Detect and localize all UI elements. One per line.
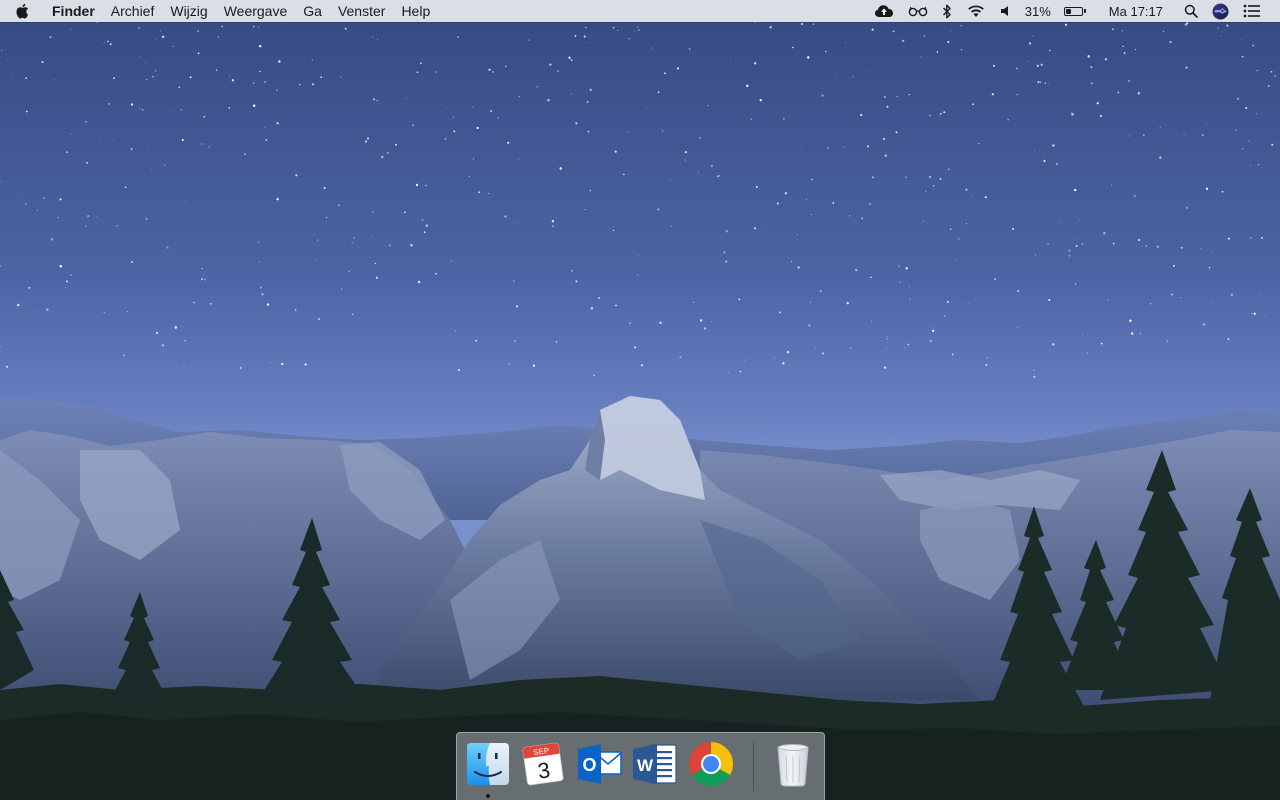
menu-bar: Finder Archief Wijzig Weergave Ga Venste… [0, 0, 1280, 22]
glasses-icon[interactable] [908, 0, 928, 22]
menu-bar-clock[interactable]: Ma 17:17 [1109, 4, 1163, 19]
dock-outlook[interactable]: O [575, 740, 623, 788]
menu-bar-left: Finder Archief Wijzig Weergave Ga Venste… [0, 0, 438, 22]
dock-chrome[interactable] [687, 740, 735, 788]
dock-finder[interactable] [464, 740, 512, 788]
menu-ga[interactable]: Ga [295, 0, 330, 22]
battery-icon[interactable] [1063, 0, 1086, 22]
trash-icon [777, 744, 809, 787]
dock-trash[interactable] [769, 740, 817, 788]
dock-word[interactable]: W [630, 740, 678, 788]
finder-running-indicator [486, 794, 490, 798]
menu-help[interactable]: Help [393, 0, 438, 22]
menu-weergave[interactable]: Weergave [216, 0, 296, 22]
desktop-wallpaper [0, 0, 1280, 800]
apple-logo-icon[interactable] [14, 0, 30, 22]
bluetooth-icon[interactable] [942, 0, 952, 22]
desktop[interactable]: Finder Archief Wijzig Weergave Ga Venste… [0, 0, 1280, 800]
word-letter: W [637, 756, 654, 775]
chrome-icon [689, 742, 733, 786]
volume-icon[interactable] [1000, 0, 1012, 22]
dock: SEP 3 O W [456, 732, 825, 800]
battery-level-fill [1065, 8, 1071, 14]
cloud-upload-icon[interactable] [874, 0, 894, 22]
spotlight-search-icon[interactable] [1184, 0, 1198, 22]
finder-icon [467, 743, 509, 785]
dock-separator [753, 741, 754, 791]
menu-archief[interactable]: Archief [103, 0, 163, 22]
battery-percentage[interactable]: 31% [1025, 4, 1051, 19]
outlook-letter: O [582, 755, 596, 775]
dock-calendar[interactable]: SEP 3 [519, 740, 567, 788]
notification-center-icon[interactable] [1243, 0, 1261, 22]
siri-icon[interactable] [1212, 0, 1229, 22]
calendar-icon: SEP 3 [522, 742, 564, 786]
menu-wijzig[interactable]: Wijzig [162, 0, 215, 22]
menu-bar-status-area: 31% Ma 17:17 [867, 0, 1280, 22]
word-icon: W [633, 744, 677, 784]
outlook-icon: O [578, 744, 622, 784]
menu-app-name[interactable]: Finder [44, 0, 103, 22]
menu-venster[interactable]: Venster [330, 0, 393, 22]
wifi-icon[interactable] [966, 0, 986, 22]
